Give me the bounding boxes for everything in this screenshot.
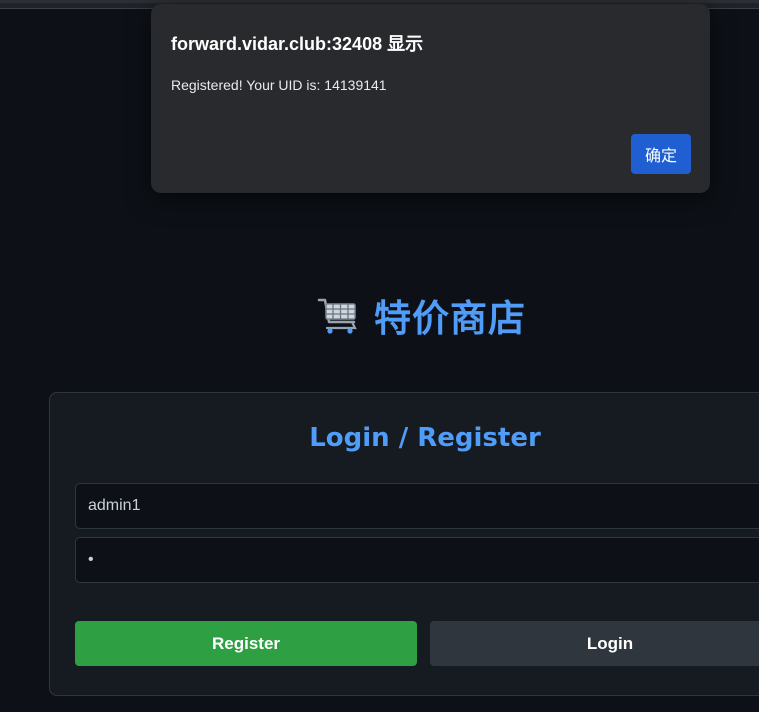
dialog-message: Registered! Your UID is: 14139141	[171, 77, 387, 93]
auth-heading: Login / Register	[309, 423, 541, 453]
dialog-title: forward.vidar.club:32408 显示	[171, 34, 424, 54]
auth-card: Login / Register Register Login	[49, 392, 759, 696]
store-title: 特价商店	[374, 297, 526, 340]
register-button[interactable]: Register	[75, 621, 417, 666]
dialog-ok-button[interactable]: 确定	[631, 134, 691, 174]
shopping-cart-icon	[317, 298, 357, 334]
store-brand: 特价商店	[316, 292, 526, 340]
alert-dialog: forward.vidar.club:32408 显示 Registered! …	[151, 4, 710, 193]
password-input[interactable]	[75, 537, 759, 583]
username-input[interactable]	[75, 483, 759, 529]
login-button[interactable]: Login	[430, 621, 759, 666]
browser-tab-edge	[0, 0, 759, 3]
